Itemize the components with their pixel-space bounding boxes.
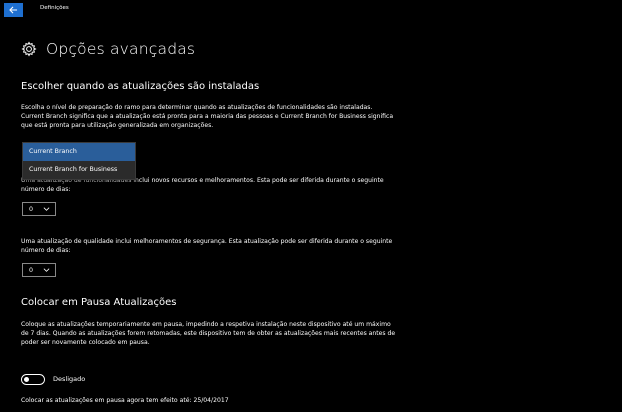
quality-update-days-value: 0: [29, 266, 34, 274]
feature-update-line: número de dias:: [21, 186, 71, 193]
quality-update-days-select[interactable]: 0: [22, 263, 56, 277]
pause-description-line: poder ser novamente colocado em pausa.: [21, 339, 150, 346]
quality-update-description: Uma atualização de qualidade inclui melh…: [21, 237, 491, 255]
back-button[interactable]: [4, 3, 23, 17]
pause-description-line: Coloque as atualizações temporariamente …: [21, 321, 391, 328]
feature-update-days-select[interactable]: 0: [22, 202, 56, 216]
gear-icon: [21, 41, 37, 57]
branch-section-title: Escolher quando as atualizações são inst…: [21, 81, 260, 92]
chevron-down-icon: [43, 268, 50, 272]
title-bar: Definições: [0, 0, 622, 20]
chevron-down-icon: [43, 207, 50, 211]
branch-description-line: Escolha o nível de preparação do ramo pa…: [21, 104, 373, 111]
pause-section-title: Colocar em Pausa Atualizações: [21, 297, 177, 308]
dropdown-option-current-branch[interactable]: Current Branch: [23, 143, 135, 161]
toggle-knob: [24, 376, 29, 382]
page-title: Opções avançadas: [46, 40, 196, 58]
pause-description-line: de 7 dias. Quando as atualizações forem …: [21, 330, 396, 337]
back-arrow-icon: [9, 6, 18, 14]
window-title: Definições: [40, 5, 69, 11]
pause-effect-note: Colocar as atualizações em pausa agora t…: [21, 397, 229, 404]
dropdown-option-current-branch-business[interactable]: Current Branch for Business: [23, 161, 135, 179]
pause-updates-toggle[interactable]: [21, 374, 45, 385]
pause-toggle-label: Desligado: [53, 375, 86, 383]
quality-update-line: número de dias:: [21, 247, 71, 254]
pause-description: Coloque as atualizações temporariamente …: [21, 320, 491, 347]
feature-update-days-value: 0: [29, 205, 34, 213]
branch-description: Escolha o nível de preparação do ramo pa…: [21, 103, 491, 130]
page-header: Opções avançadas: [21, 40, 195, 58]
branch-dropdown-list: Current Branch Current Branch for Busine…: [22, 142, 136, 180]
branch-description-line: Current Branch significa que a atualizaç…: [21, 113, 394, 120]
branch-description-line: que está pronta para utilização generali…: [21, 122, 214, 129]
quality-update-line: Uma atualização de qualidade inclui melh…: [21, 238, 393, 245]
